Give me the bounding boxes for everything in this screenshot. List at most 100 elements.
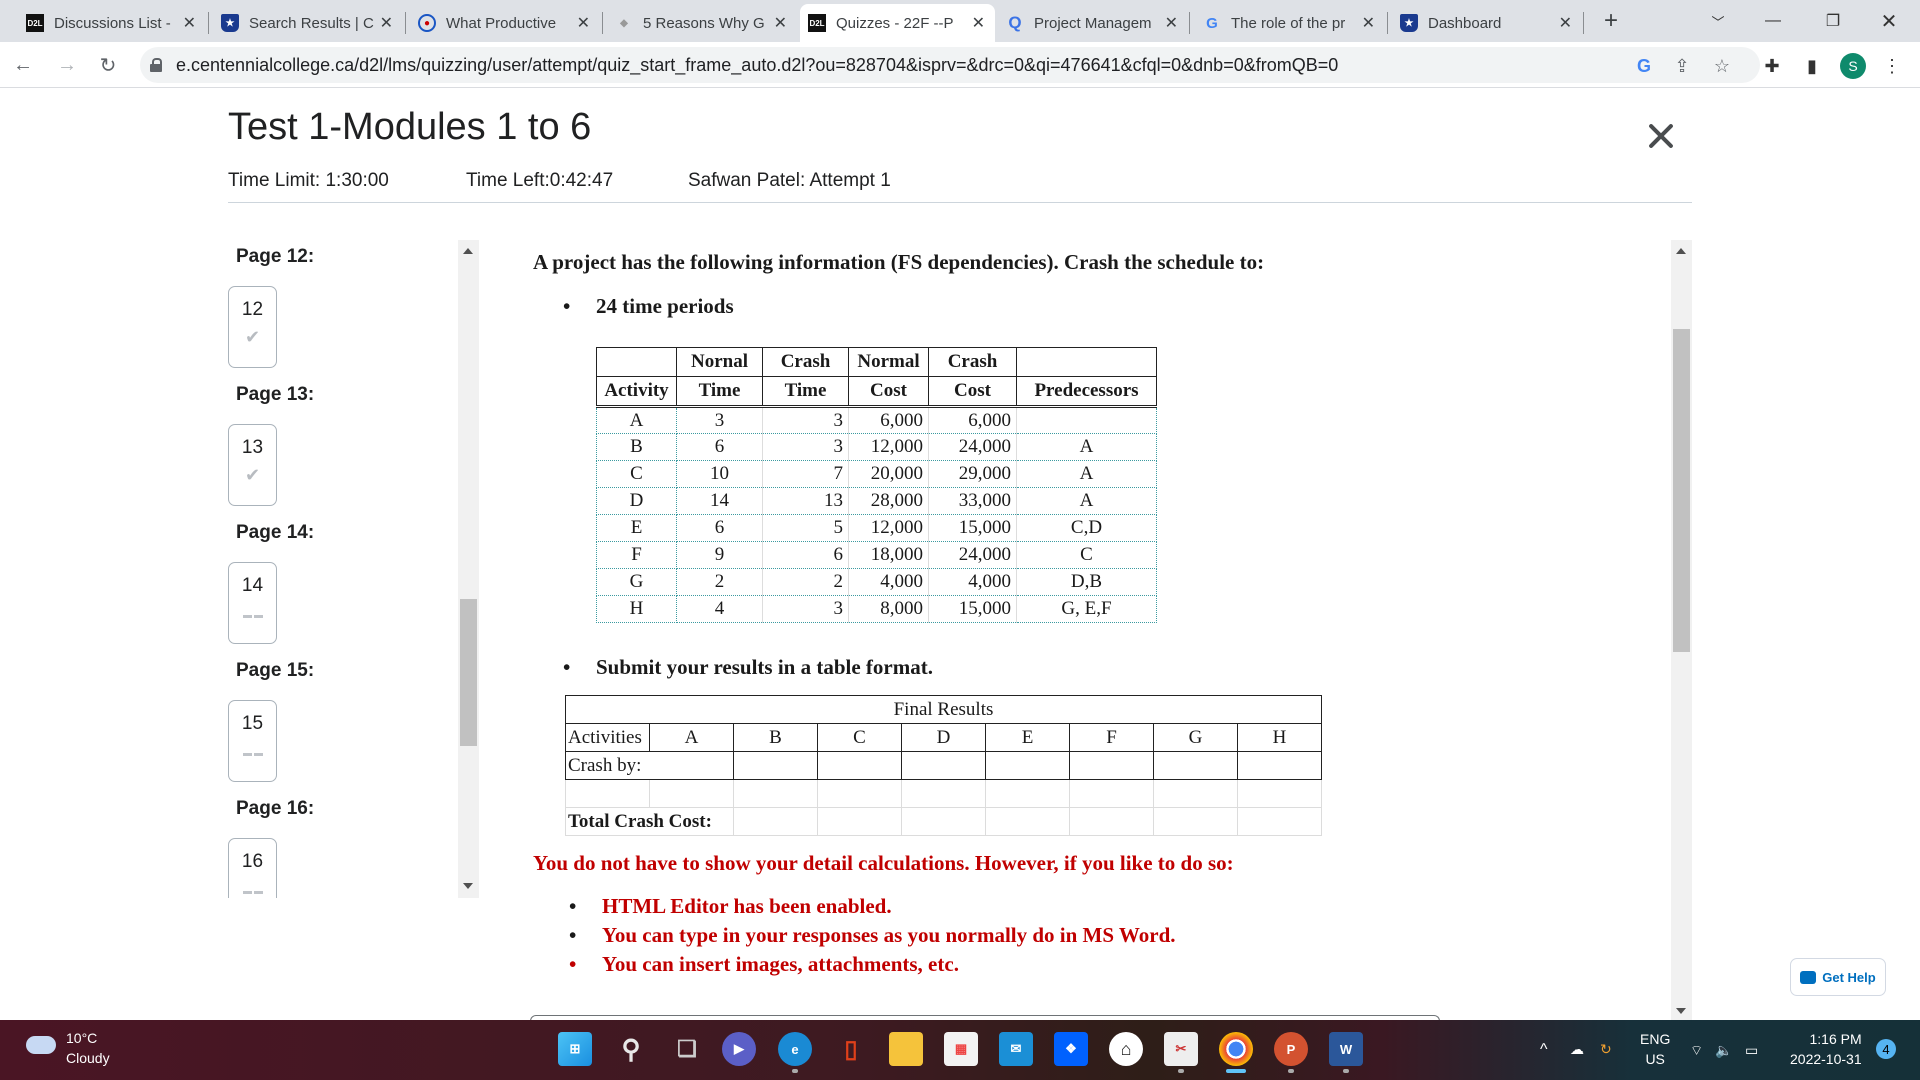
app-logo-icon[interactable]: ⌂ — [1109, 1032, 1143, 1066]
unanswered-dash-icon — [242, 753, 263, 756]
tab-title: Discussions List - — [54, 14, 171, 32]
page-button-15[interactable]: 15 — [228, 700, 277, 782]
page-nav-scrollbar[interactable] — [458, 240, 479, 898]
page-button-12[interactable]: 12 ✔ — [228, 286, 277, 368]
running-indicator — [1178, 1069, 1184, 1073]
scroll-up-icon[interactable] — [1676, 248, 1686, 254]
page-number: 15 — [241, 713, 264, 734]
activity-header: C — [817, 723, 902, 752]
battery-icon[interactable]: ▭ — [1745, 1040, 1758, 1060]
tab-divider — [405, 12, 406, 34]
new-tab-button[interactable]: + — [1588, 0, 1634, 42]
restore-button[interactable]: ❐ — [1810, 0, 1856, 42]
wifi-icon[interactable]: ⌔ — [1690, 1040, 1703, 1060]
snipping-tool-icon[interactable]: ✂ — [1164, 1032, 1198, 1073]
close-tab-icon[interactable]: ✕ — [1559, 13, 1572, 33]
close-window-button[interactable]: ✕ — [1866, 0, 1912, 42]
scroll-up-icon[interactable] — [463, 248, 473, 254]
onedrive-icon[interactable]: ☁ — [1570, 1039, 1584, 1059]
forward-button[interactable]: → — [52, 50, 82, 80]
search-icon[interactable]: ⚲ — [614, 1032, 648, 1066]
total-cell — [1237, 807, 1322, 836]
quiz-title: Test 1-Modules 1 to 6 — [228, 106, 592, 148]
close-tab-icon[interactable]: ✕ — [380, 13, 393, 33]
weather-widget[interactable]: 10°C Cloudy — [66, 1028, 110, 1068]
tab-search-button[interactable]: ﹀ — [1695, 0, 1741, 42]
tab-what-productive[interactable]: ● What Productive ✕ — [410, 4, 600, 42]
clock[interactable]: 1:16 PM 2022-10-31 — [1790, 1029, 1862, 1069]
header-cell: Cost — [848, 376, 929, 408]
get-help-button[interactable]: Get Help — [1790, 958, 1886, 996]
close-tab-icon[interactable]: ✕ — [1165, 13, 1178, 33]
tab-discussions[interactable]: D2L Discussions List - ✕ — [18, 4, 206, 42]
page-button-13[interactable]: 13 ✔ — [228, 424, 277, 506]
file-explorer-icon[interactable] — [889, 1032, 923, 1066]
blank-cell — [817, 779, 902, 808]
close-tab-icon[interactable]: ✕ — [183, 13, 196, 33]
office-icon[interactable]: ▯ — [834, 1032, 868, 1066]
page-button-16[interactable]: 16 — [228, 838, 277, 898]
table-cell: 8,000 — [848, 595, 929, 623]
scroll-down-icon[interactable] — [463, 883, 473, 889]
windows-start-icon[interactable]: ⊞ — [558, 1032, 592, 1066]
bookmark-star-icon[interactable]: ☆ — [1710, 54, 1734, 78]
tab-role-of-the-pm[interactable]: G The role of the pr ✕ — [1195, 4, 1385, 42]
table-cell: 3 — [762, 595, 849, 623]
running-indicator — [1288, 1069, 1294, 1073]
teams-chat-icon[interactable]: ▶ — [722, 1032, 756, 1066]
total-cell — [817, 807, 902, 836]
task-view-icon[interactable]: ❏ — [670, 1032, 704, 1066]
table-row: C 10 7 20,000 29,000 A — [596, 460, 1157, 488]
scroll-down-icon[interactable] — [1676, 1008, 1686, 1014]
tab-5-reasons[interactable]: ◆ 5 Reasons Why G ✕ — [607, 4, 797, 42]
tab-search-results[interactable]: ★ Search Results | C ✕ — [213, 4, 403, 42]
show-hidden-icons-chevron[interactable]: ^ — [1540, 1040, 1548, 1060]
address-bar[interactable]: e.centennialcollege.ca/d2l/lms/quizzing/… — [140, 47, 1760, 83]
url-text[interactable]: e.centennialcollege.ca/d2l/lms/quizzing/… — [176, 55, 1338, 76]
word-icon[interactable]: W — [1329, 1032, 1363, 1073]
page-label: Page 16: — [236, 798, 315, 819]
table-row: A 3 3 6,000 6,000 — [596, 406, 1157, 434]
blank-cell — [1069, 779, 1154, 808]
close-tab-icon[interactable]: ✕ — [577, 13, 590, 33]
close-tab-icon[interactable]: ✕ — [1362, 13, 1375, 33]
total-cell — [985, 807, 1070, 836]
bullet-icon: • — [563, 655, 571, 679]
main-scrollbar[interactable] — [1671, 240, 1692, 1020]
google-translate-icon[interactable]: G — [1632, 54, 1656, 78]
activity-header: E — [985, 723, 1070, 752]
powerpoint-icon[interactable]: P — [1274, 1032, 1308, 1073]
share-icon[interactable]: ⇪ — [1670, 54, 1694, 78]
microsoft-store-icon[interactable]: ▦ — [944, 1032, 978, 1066]
close-quiz-icon[interactable] — [1645, 120, 1677, 152]
tab-quizzes[interactable]: D2L Quizzes - 22F --P ✕ — [800, 4, 995, 42]
sync-icon[interactable]: ↻ — [1600, 1039, 1612, 1059]
volume-icon[interactable]: 🔈 — [1715, 1040, 1732, 1060]
table-cell: H — [596, 595, 677, 623]
notification-badge[interactable]: 4 — [1876, 1039, 1896, 1059]
dropbox-icon[interactable]: ❖ — [1054, 1032, 1088, 1066]
header-cell: Activity — [596, 376, 677, 408]
close-tab-icon[interactable]: ✕ — [774, 13, 787, 33]
chrome-icon[interactable] — [1219, 1032, 1253, 1073]
close-tab-icon[interactable]: ✕ — [972, 13, 985, 33]
scroll-thumb[interactable] — [1673, 329, 1690, 652]
table-cell: 4 — [676, 595, 763, 623]
profile-avatar[interactable]: S — [1840, 53, 1866, 79]
checkmark-icon: ✔ — [244, 327, 261, 347]
back-button[interactable]: ← — [8, 50, 38, 80]
tab-dashboard[interactable]: ★ Dashboard ✕ — [1392, 4, 1582, 42]
language-indicator[interactable]: ENG US — [1640, 1029, 1670, 1069]
tab-title: 5 Reasons Why G — [643, 14, 765, 32]
edge-browser-icon[interactable]: e — [778, 1032, 812, 1073]
mail-icon[interactable]: ✉ — [999, 1032, 1033, 1066]
tab-project-management[interactable]: Q Project Managem ✕ — [998, 4, 1188, 42]
menu-kebab-icon[interactable]: ⋮ — [1880, 54, 1904, 78]
diamond-logo-icon: ◆ — [620, 17, 628, 29]
scroll-thumb[interactable] — [460, 599, 477, 746]
side-panel-icon[interactable]: ▮ — [1800, 54, 1824, 78]
extensions-puzzle-icon[interactable]: ✚ — [1760, 54, 1784, 78]
page-button-14[interactable]: 14 — [228, 562, 277, 644]
reload-button[interactable]: ↻ — [93, 50, 123, 80]
minimize-button[interactable]: — — [1750, 0, 1796, 42]
